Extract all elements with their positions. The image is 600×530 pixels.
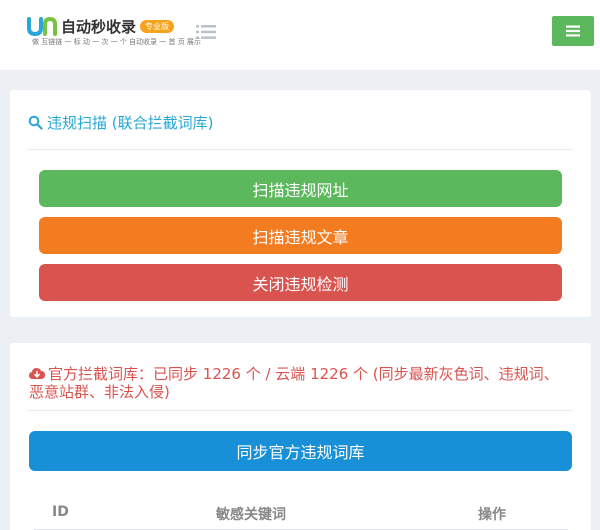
library-panel: 官方拦截词库：已同步 1226 个 / 云端 1226 个 (同步最新灰色词、违… [10,343,591,530]
scan-panel-title: 违规扫描 (联合拦截词库) [47,114,214,132]
column-action: 操作 [478,507,506,523]
sync-library-button[interactable]: 同步官方违规词库 [29,431,572,471]
menu-toggle-button[interactable] [552,16,594,46]
scan-urls-button[interactable]: 扫描违规网址 [39,170,562,207]
logo-badge: 专业版 [140,19,175,33]
scan-panel-header: 违规扫描 (联合拦截词库) [28,112,213,133]
scan-articles-button[interactable]: 扫描违规文章 [39,217,562,254]
top-bar: 自动秒收录 专业版 做 互链链 一 标 动 一 次 一 个 自动收录 一 首 页… [0,0,600,70]
close-detection-button[interactable]: 关闭违规检测 [39,264,562,301]
keyword-table-header: ID 敏感关键词 操作 [34,501,568,530]
site-logo[interactable]: 自动秒收录 专业版 做 互链链 一 标 动 一 次 一 个 自动收录 一 首 页… [26,14,201,48]
logo-main: 自动秒收录 专业版 [26,14,175,38]
logo-text: 自动秒收录 [61,17,137,36]
list-icon[interactable] [196,24,216,40]
cloud-download-icon [29,368,45,379]
logo-slogan: 做 互链链 一 标 动 一 次 一 个 自动收录 一 首 页 展示 [32,38,201,46]
column-id: ID [52,504,69,520]
library-divider [28,410,572,411]
column-keyword: 敏感关键词 [216,507,286,523]
hamburger-icon [566,25,580,37]
library-status: 官方拦截词库：已同步 1226 个 / 云端 1226 个 (同步最新灰色词、违… [29,365,559,401]
logo-mark-icon [27,16,57,37]
library-status-text: 官方拦截词库：已同步 1226 个 / 云端 1226 个 (同步最新灰色词、违… [29,365,559,401]
scan-divider [28,149,572,150]
search-icon [28,115,43,130]
scan-panel: 违规扫描 (联合拦截词库) 扫描违规网址 扫描违规文章 关闭违规检测 [10,90,591,317]
